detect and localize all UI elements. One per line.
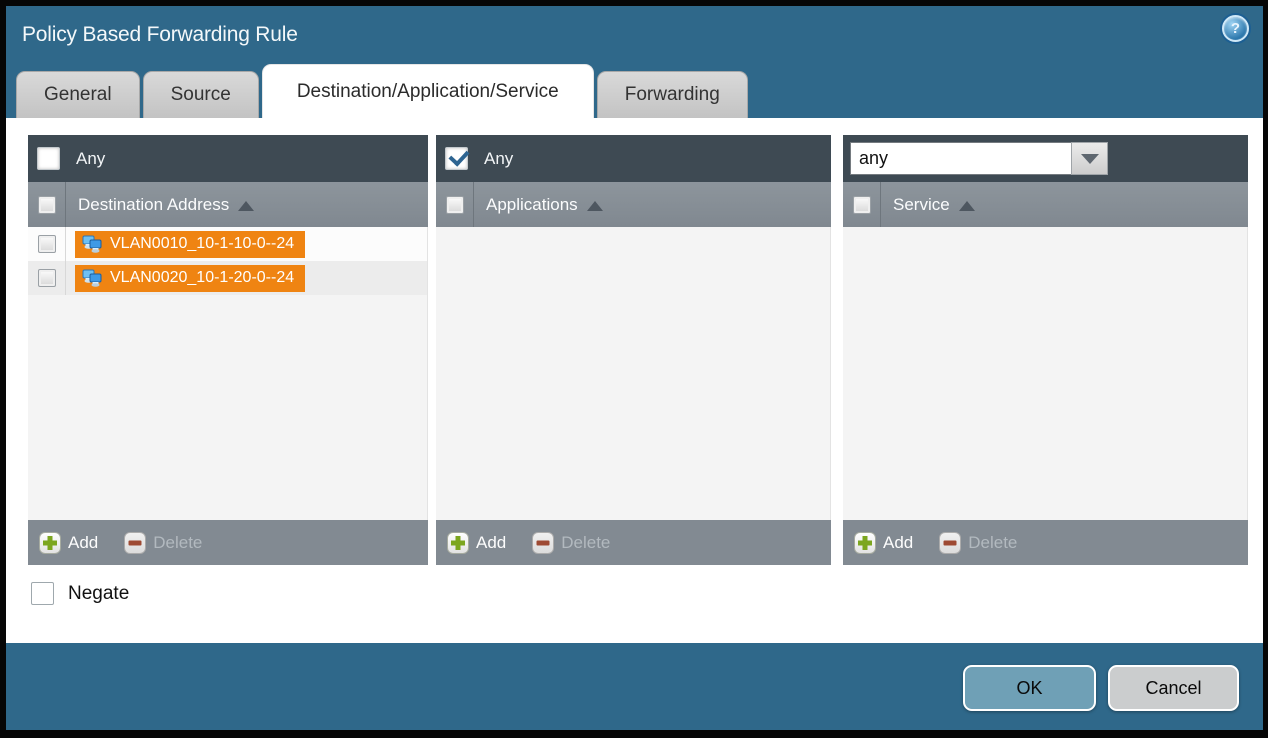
delete-button[interactable]: Delete (532, 532, 610, 554)
add-plus-icon (854, 532, 876, 554)
sort-ascending-icon (959, 201, 975, 211)
destination-address-panel: Any Destination Address (28, 135, 428, 565)
service-dropdown: any (850, 142, 1108, 175)
dialog-titlebar: Policy Based Forwarding Rule ? (6, 6, 1263, 64)
service-header-label: Service (893, 195, 950, 215)
dialog-title: Policy Based Forwarding Rule (22, 23, 298, 47)
applications-header-label: Applications (486, 195, 578, 215)
negate-checkbox[interactable] (31, 582, 54, 605)
delete-button-label: Delete (153, 533, 202, 553)
tab-forwarding[interactable]: Forwarding (597, 71, 748, 118)
add-button-label: Add (68, 533, 98, 553)
destination-footer-bar: Add Delete (28, 520, 428, 565)
destination-any-label: Any (76, 149, 105, 169)
service-panel: any Service Add (843, 135, 1248, 565)
tab-content-panel: Any Destination Address (6, 118, 1263, 643)
destination-header-checkbox-cell (28, 182, 66, 227)
add-button[interactable]: Add (854, 532, 913, 554)
add-plus-icon (39, 532, 61, 554)
row-checkbox-cell (28, 227, 66, 261)
table-row[interactable]: VLAN0020_10-1-20-0--24 (28, 261, 427, 295)
add-plus-icon (447, 532, 469, 554)
pbf-rule-dialog: Policy Based Forwarding Rule ? General S… (6, 6, 1263, 730)
network-address-icon (81, 269, 103, 287)
delete-button[interactable]: Delete (124, 532, 202, 554)
table-row[interactable]: VLAN0010_10-1-10-0--24 (28, 227, 427, 261)
applications-panel: Any Applications Add Delete (436, 135, 831, 565)
tab-bar: General Source Destination/Application/S… (16, 64, 748, 118)
address-object-chip[interactable]: VLAN0020_10-1-20-0--24 (75, 265, 305, 292)
tab-general[interactable]: General (16, 71, 140, 118)
delete-button-label: Delete (968, 533, 1017, 553)
help-glyph: ? (1231, 20, 1240, 37)
service-dropdown-value[interactable]: any (850, 142, 1071, 175)
delete-button[interactable]: Delete (939, 532, 1017, 554)
tab-source[interactable]: Source (143, 71, 259, 118)
address-object-chip[interactable]: VLAN0010_10-1-10-0--24 (75, 231, 305, 258)
chevron-down-icon (1081, 154, 1099, 164)
applications-any-label: Any (484, 149, 513, 169)
applications-list (436, 227, 831, 520)
applications-footer-bar: Add Delete (436, 520, 831, 565)
destination-select-all-checkbox[interactable] (38, 196, 56, 214)
destination-any-bar: Any (28, 135, 428, 182)
applications-column-header[interactable]: Applications (436, 182, 831, 227)
tab-destination-application-service[interactable]: Destination/Application/Service (262, 64, 594, 118)
sort-ascending-icon (587, 201, 603, 211)
negate-row: Negate (31, 582, 129, 605)
delete-minus-icon (124, 532, 146, 554)
add-button[interactable]: Add (447, 532, 506, 554)
row-checkbox-cell (28, 261, 66, 295)
negate-label: Negate (68, 583, 129, 605)
help-icon[interactable]: ? (1222, 15, 1249, 42)
applications-any-bar: Any (436, 135, 831, 182)
delete-minus-icon (939, 532, 961, 554)
row-checkbox[interactable] (38, 235, 56, 253)
service-footer-bar: Add Delete (843, 520, 1248, 565)
applications-select-all-checkbox[interactable] (446, 196, 464, 214)
service-header-checkbox-cell (843, 182, 881, 227)
service-list (843, 227, 1248, 520)
cancel-button[interactable]: Cancel (1108, 665, 1239, 711)
address-object-label: VLAN0020_10-1-20-0--24 (110, 269, 294, 287)
address-object-label: VLAN0010_10-1-10-0--24 (110, 235, 294, 253)
destination-column-header[interactable]: Destination Address (28, 182, 428, 227)
add-button[interactable]: Add (39, 532, 98, 554)
ok-button[interactable]: OK (963, 665, 1096, 711)
sort-ascending-icon (238, 201, 254, 211)
destination-any-checkbox[interactable] (37, 147, 60, 170)
destination-header-label: Destination Address (78, 195, 229, 215)
row-checkbox[interactable] (38, 269, 56, 287)
destination-address-list: VLAN0010_10-1-10-0--24 (28, 227, 428, 520)
add-button-label: Add (476, 533, 506, 553)
delete-button-label: Delete (561, 533, 610, 553)
applications-any-checkbox[interactable] (445, 147, 468, 170)
service-any-bar: any (843, 135, 1248, 182)
network-address-icon (81, 235, 103, 253)
service-select-all-checkbox[interactable] (853, 196, 871, 214)
service-dropdown-button[interactable] (1071, 142, 1108, 175)
add-button-label: Add (883, 533, 913, 553)
applications-header-checkbox-cell (436, 182, 474, 227)
delete-minus-icon (532, 532, 554, 554)
service-column-header[interactable]: Service (843, 182, 1248, 227)
